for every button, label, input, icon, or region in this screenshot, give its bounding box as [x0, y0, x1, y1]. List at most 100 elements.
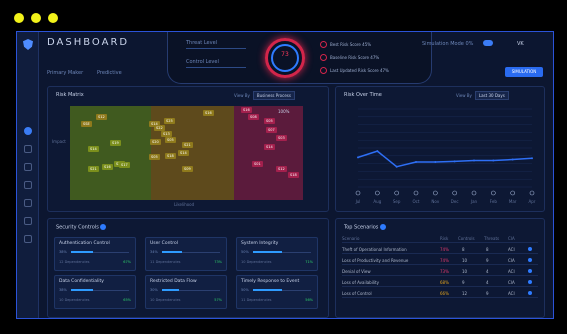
event-marker-icon[interactable]: [394, 190, 399, 196]
scenario-row[interactable]: Loss of Productivity and Revenue 74% 10 9 CI…: [342, 256, 538, 265]
risk-matrix-view-by[interactable]: View By Business Process: [234, 91, 295, 100]
nav-dashboard-icon[interactable]: [24, 127, 32, 135]
risk-point[interactable]: [357, 156, 359, 159]
event-marker-icon[interactable]: [355, 190, 361, 196]
x-tick-label: Oct: [413, 199, 420, 204]
info-icon[interactable]: [379, 224, 386, 230]
event-marker-icon[interactable]: [491, 190, 496, 196]
risk-point[interactable]: [492, 159, 495, 162]
risk-chip[interactable]: S05: [149, 154, 160, 160]
risk-chip[interactable]: S25: [164, 118, 175, 124]
nav-assets-icon[interactable]: [24, 145, 32, 153]
risk-chip[interactable]: S17: [119, 162, 130, 168]
risk-trend-chart: Jul Aug Sep Oct Nov Dec Jan Feb Mar Apr: [355, 108, 536, 204]
control-card-bar-fill: [71, 289, 94, 291]
risk-point[interactable]: [531, 157, 533, 160]
event-marker-icon[interactable]: [471, 190, 477, 196]
event-marker-icon[interactable]: [413, 190, 419, 196]
risk-chip[interactable]: S14: [178, 150, 189, 156]
simulation-button[interactable]: SIMULATION: [505, 67, 543, 77]
risk-point[interactable]: [511, 158, 514, 161]
risk-trend-view-by[interactable]: View By Last 30 Days: [456, 91, 509, 100]
risk-chip[interactable]: S16: [203, 110, 214, 116]
risk-chip[interactable]: S05: [165, 137, 176, 143]
info-icon[interactable]: [100, 224, 107, 230]
risk-chip[interactable]: S07: [266, 127, 277, 133]
event-marker-icon[interactable]: [529, 190, 535, 196]
window-maximize-dot[interactable]: [48, 13, 58, 23]
threat-level-bar[interactable]: [186, 48, 246, 49]
risk-chip[interactable]: S12: [276, 166, 287, 172]
risk-chip[interactable]: S20: [150, 139, 161, 145]
window-close-dot[interactable]: [14, 13, 24, 23]
x-tick-label: Apr: [529, 199, 536, 204]
primary-maker-control[interactable]: Primary Maker: [47, 70, 83, 76]
last-risk-score-text: Last Updated Risk Score 47%: [330, 68, 389, 73]
risk-point[interactable]: [473, 159, 475, 162]
risk-chip[interactable]: S14: [264, 144, 275, 150]
risk-chip[interactable]: S16: [102, 164, 113, 170]
shield-logo-icon: [23, 39, 33, 50]
col-scenario: Scenario: [342, 235, 360, 241]
risk-chip[interactable]: S05: [264, 118, 275, 124]
scenario-threats: 9: [486, 257, 489, 263]
risk-chip[interactable]: S09: [182, 166, 193, 172]
control-card[interactable]: Data Confidentiality 38% 10 Dependencies 65…: [54, 275, 136, 309]
primary-maker-label: Primary Maker: [47, 70, 84, 76]
simulation-toggle[interactable]: [483, 40, 493, 46]
control-card[interactable]: Authentication Control 38% 12 Dependencies…: [54, 237, 136, 271]
trend-view-by-select[interactable]: Last 30 Days: [474, 91, 509, 100]
predictive-control[interactable]: Predictive: [97, 70, 122, 76]
view-by-select[interactable]: Business Process: [252, 91, 295, 100]
risk-chip[interactable]: S16: [241, 107, 252, 113]
scenario-threats: 4: [486, 279, 489, 285]
control-card[interactable]: Timely Response to Event 50% 11 Dependenci…: [236, 275, 318, 309]
scenario-row[interactable]: Loss of Control 66% 12 9 ACI: [342, 289, 538, 298]
scenario-cia: CIA: [508, 257, 515, 263]
risk-matrix-panel: Risk Matrix View By Business Process Impa…: [47, 86, 329, 212]
nav-controls-icon[interactable]: [24, 181, 32, 189]
risk-chip[interactable]: S12: [96, 114, 107, 120]
risk-chip[interactable]: S14: [88, 146, 99, 152]
control-card-bar: [162, 251, 220, 253]
scenario-row[interactable]: Denial of View 73% 10 4 ACI: [342, 267, 538, 276]
risk-chip[interactable]: S19: [110, 140, 121, 146]
risk-point[interactable]: [395, 165, 398, 168]
nav-threats-icon[interactable]: [24, 163, 32, 171]
risk-chip[interactable]: S21: [182, 142, 193, 148]
risk-point[interactable]: [453, 160, 456, 163]
risk-chip[interactable]: SSE: [81, 121, 92, 127]
risk-point[interactable]: [434, 161, 437, 164]
risk-chip[interactable]: S18: [288, 172, 299, 178]
control-card[interactable]: User Control 34% 11 Dependencies 73%: [145, 237, 227, 271]
risk-chip[interactable]: S18: [165, 153, 176, 159]
score-badge-icon: [320, 67, 327, 74]
best-risk-score: Best Risk Score 45%: [320, 41, 371, 48]
control-card[interactable]: Restricted Data Flow 30% 10 Dependencies 57…: [145, 275, 227, 309]
control-card[interactable]: System Integrity 50% 10 Dependencies 71%: [236, 237, 318, 271]
risk-chip[interactable]: S01: [252, 161, 263, 167]
risk-point[interactable]: [376, 150, 379, 153]
control-card-title: Data Confidentiality: [59, 279, 104, 284]
nav-tools-icon[interactable]: [24, 217, 32, 225]
nav-settings-icon[interactable]: [24, 235, 32, 243]
event-marker-icon[interactable]: [433, 190, 438, 196]
control-level-bar[interactable]: [186, 67, 246, 68]
control-card-dependencies: 12 Dependencies: [59, 260, 90, 264]
col-cia: CIA: [508, 235, 515, 241]
x-axis-label: Likelihood: [174, 202, 195, 207]
scenario-row[interactable]: Theft of Operational Information 74% 8 8 ACI: [342, 245, 538, 254]
user-initials[interactable]: VK: [517, 41, 524, 47]
scenario-row[interactable]: Loss of Availability 68% 9 4 CIA: [342, 278, 538, 287]
scenario-controls: 8: [462, 246, 465, 252]
event-marker-icon[interactable]: [510, 190, 515, 196]
risk-chip[interactable]: S21: [88, 166, 99, 172]
risk-point[interactable]: [415, 161, 417, 164]
window-minimize-dot[interactable]: [31, 13, 41, 23]
event-marker-icon[interactable]: [452, 190, 457, 196]
risk-chip[interactable]: S03: [276, 135, 287, 141]
scenario-risk: 74%: [440, 257, 449, 263]
risk-chip[interactable]: S08: [248, 114, 259, 120]
nav-reports-icon[interactable]: [24, 199, 32, 207]
event-marker-icon[interactable]: [375, 190, 380, 196]
